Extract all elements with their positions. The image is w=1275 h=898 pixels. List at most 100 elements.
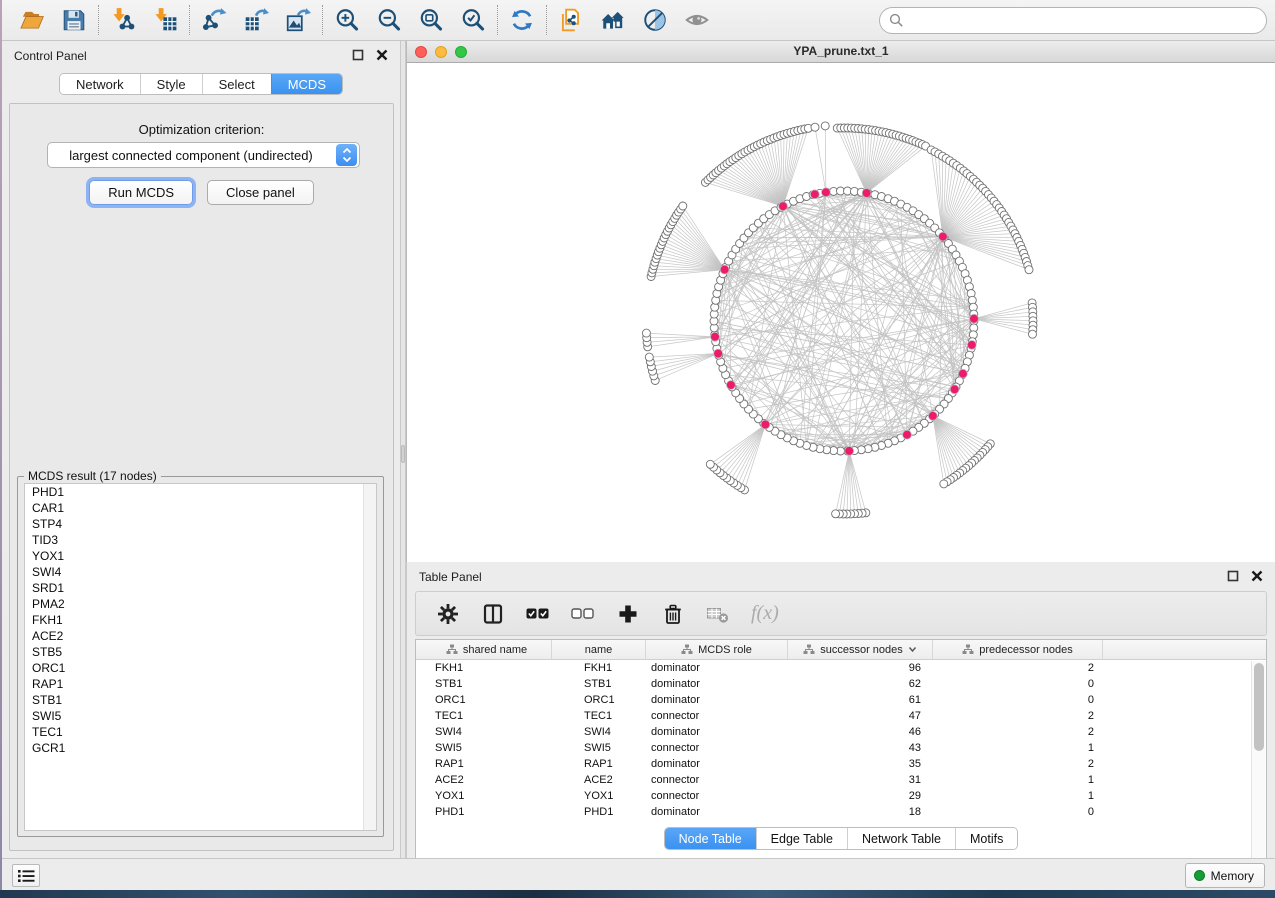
- column-header-name[interactable]: name: [552, 640, 646, 659]
- table-cell[interactable]: dominator: [646, 694, 788, 706]
- table-cell[interactable]: SWI5: [422, 742, 552, 754]
- table-cell[interactable]: dominator: [646, 806, 788, 818]
- column-header-predecessor-nodes[interactable]: predecessor nodes: [933, 640, 1103, 659]
- mcds-result-item[interactable]: RAP1: [25, 676, 376, 692]
- float-panel-icon[interactable]: [352, 49, 364, 61]
- show-columns-icon[interactable]: [481, 602, 505, 626]
- table-cell[interactable]: dominator: [646, 678, 788, 690]
- mcds-result-item[interactable]: SWI4: [25, 564, 376, 580]
- table-scrollbar[interactable]: [1251, 661, 1265, 886]
- export-network-icon[interactable]: [198, 5, 230, 35]
- float-panel-icon[interactable]: [1227, 570, 1239, 582]
- search-box[interactable]: [879, 7, 1267, 34]
- graph-hub-node[interactable]: [714, 349, 723, 358]
- close-panel-icon[interactable]: [1251, 570, 1263, 582]
- show-graphics-eye-icon[interactable]: [681, 5, 713, 35]
- graph-hub-node[interactable]: [779, 202, 788, 211]
- graph-hub-node[interactable]: [862, 189, 871, 198]
- result-list-scrollbar[interactable]: [363, 484, 376, 830]
- graph-hub-node[interactable]: [928, 412, 937, 421]
- table-scrollbar-thumb[interactable]: [1254, 663, 1264, 751]
- graph-hub-node[interactable]: [720, 265, 729, 274]
- table-cell[interactable]: 29: [788, 790, 933, 802]
- mcds-result-item[interactable]: GCR1: [25, 740, 376, 756]
- run-mcds-button[interactable]: Run MCDS: [89, 180, 193, 205]
- zoom-fit-icon[interactable]: [415, 5, 447, 35]
- search-input[interactable]: [904, 11, 1266, 31]
- table-cell[interactable]: 96: [788, 662, 933, 674]
- mcds-result-item[interactable]: FKH1: [25, 612, 376, 628]
- table-cell[interactable]: TEC1: [422, 710, 552, 722]
- mcds-result-item[interactable]: STP4: [25, 516, 376, 532]
- mcds-result-item[interactable]: STB1: [25, 692, 376, 708]
- tab-network[interactable]: Network: [60, 74, 140, 94]
- tab-edge-table[interactable]: Edge Table: [756, 828, 847, 849]
- table-cell[interactable]: 1: [933, 774, 1103, 786]
- mcds-result-item[interactable]: TID3: [25, 532, 376, 548]
- column-header-MCDS-role[interactable]: MCDS role: [646, 640, 788, 659]
- tab-style[interactable]: Style: [140, 74, 202, 94]
- graph-node[interactable]: [645, 353, 653, 361]
- graph-hub-node[interactable]: [845, 447, 854, 456]
- table-cell[interactable]: 2: [933, 758, 1103, 770]
- table-cell[interactable]: dominator: [646, 662, 788, 674]
- tab-mcds[interactable]: MCDS: [271, 74, 342, 94]
- graph-node[interactable]: [940, 480, 948, 488]
- table-cell[interactable]: dominator: [646, 758, 788, 770]
- table-row[interactable]: YOX1YOX1connector291: [416, 788, 1266, 804]
- task-history-button[interactable]: [12, 864, 40, 887]
- graph-hub-node[interactable]: [950, 385, 959, 394]
- column-header-shared-name[interactable]: shared name: [422, 640, 552, 659]
- table-row[interactable]: RAP1RAP1dominator352: [416, 756, 1266, 772]
- graph-hub-node[interactable]: [711, 332, 720, 341]
- table-row[interactable]: PHD1PHD1dominator180: [416, 804, 1266, 820]
- graph-node[interactable]: [832, 510, 840, 518]
- splitter-grip[interactable]: [401, 445, 405, 463]
- graph-node[interactable]: [811, 123, 819, 131]
- table-row[interactable]: TEC1TEC1connector472: [416, 708, 1266, 724]
- graph-node[interactable]: [821, 122, 829, 130]
- table-cell[interactable]: connector: [646, 742, 788, 754]
- network-canvas[interactable]: [407, 63, 1275, 560]
- open-folder-icon[interactable]: [16, 5, 48, 35]
- mcds-result-item[interactable]: YOX1: [25, 548, 376, 564]
- table-cell[interactable]: 0: [933, 678, 1103, 690]
- graph-node[interactable]: [1029, 330, 1037, 338]
- table-cell[interactable]: FKH1: [552, 662, 646, 674]
- window-minimize-icon[interactable]: [435, 46, 447, 58]
- table-cell[interactable]: YOX1: [422, 790, 552, 802]
- table-cell[interactable]: dominator: [646, 726, 788, 738]
- zoom-in-icon[interactable]: [331, 5, 363, 35]
- table-cell[interactable]: SWI4: [552, 726, 646, 738]
- import-network-icon[interactable]: [107, 5, 139, 35]
- mcds-result-item[interactable]: SWI5: [25, 708, 376, 724]
- table-cell[interactable]: 1: [933, 790, 1103, 802]
- clone-network-icon[interactable]: [555, 5, 587, 35]
- graph-hub-node[interactable]: [939, 232, 948, 241]
- window-zoom-icon[interactable]: [455, 46, 467, 58]
- table-cell[interactable]: TEC1: [552, 710, 646, 722]
- graph-hub-node[interactable]: [903, 430, 912, 439]
- tab-select[interactable]: Select: [202, 74, 271, 94]
- home-networks-icon[interactable]: [597, 5, 629, 35]
- table-cell[interactable]: 2: [933, 726, 1103, 738]
- table-cell[interactable]: connector: [646, 710, 788, 722]
- table-cell[interactable]: 31: [788, 774, 933, 786]
- graph-hub-node[interactable]: [967, 341, 976, 350]
- mcds-result-item[interactable]: TEC1: [25, 724, 376, 740]
- zoom-selected-icon[interactable]: [457, 5, 489, 35]
- clear-checkboxes-icon[interactable]: [571, 602, 595, 626]
- table-cell[interactable]: connector: [646, 790, 788, 802]
- graph-hub-node[interactable]: [727, 381, 736, 390]
- table-cell[interactable]: 2: [933, 710, 1103, 722]
- mcds-result-item[interactable]: SRD1: [25, 580, 376, 596]
- table-cell[interactable]: 62: [788, 678, 933, 690]
- table-cell[interactable]: RAP1: [552, 758, 646, 770]
- memory-button[interactable]: Memory: [1185, 863, 1265, 888]
- table-cell[interactable]: 0: [933, 806, 1103, 818]
- table-row[interactable]: FKH1FKH1dominator962: [416, 660, 1266, 676]
- table-cell[interactable]: 47: [788, 710, 933, 722]
- graph-hub-node[interactable]: [970, 314, 979, 323]
- network-titlebar[interactable]: YPA_prune.txt_1: [407, 41, 1275, 63]
- table-row[interactable]: ORC1ORC1dominator610: [416, 692, 1266, 708]
